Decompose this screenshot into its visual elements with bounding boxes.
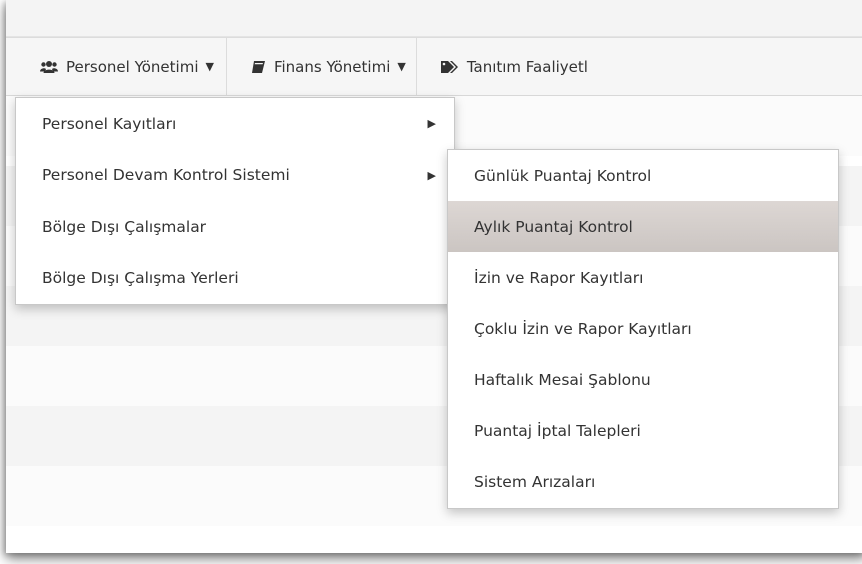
menu-item-label: Aylık Puantaj Kontrol: [474, 217, 633, 236]
caret-right-icon: ▶: [427, 168, 436, 182]
nav-tanitim-faaliyetleri[interactable]: Tanıtım Faaliyetl: [417, 38, 598, 95]
nav-label: Tanıtım Faaliyetl: [466, 57, 588, 76]
menu-item-bolge-disi-calismalar[interactable]: Bölge Dışı Çalışmalar: [16, 201, 454, 253]
submenu-item-haftalik-mesai-sablonu[interactable]: Haftalık Mesai Şablonu: [448, 354, 838, 405]
personel-dropdown-menu: Personel Kayıtları ▶ Personel Devam Kont…: [15, 97, 455, 305]
menu-item-label: Puantaj İptal Talepleri: [474, 421, 641, 440]
menu-item-personel-devam-kontrol-sistemi[interactable]: Personel Devam Kontrol Sistemi ▶: [16, 150, 454, 202]
menu-item-label: Bölge Dışı Çalışmalar: [42, 217, 207, 236]
menu-item-label: Personel Kayıtları: [42, 114, 177, 133]
menu-item-label: Personel Devam Kontrol Sistemi: [42, 166, 290, 185]
users-icon: [40, 60, 58, 74]
book-icon: [251, 60, 266, 74]
caret-down-icon: ▼: [205, 60, 214, 73]
submenu-item-sistem-arizalari[interactable]: Sistem Arızaları: [448, 456, 838, 507]
submenu-item-coklu-izin-ve-rapor-kayitlari[interactable]: Çoklu İzin ve Rapor Kayıtları: [448, 303, 838, 354]
personel-devam-submenu: Günlük Puantaj Kontrol Aylık Puantaj Kon…: [447, 149, 839, 509]
nav-personel-yonetimi[interactable]: Personel Yönetimi ▼: [6, 38, 227, 95]
main-navbar: Personel Yönetimi ▼ Finans Yönetimi ▼ Ta…: [6, 37, 862, 96]
tags-icon: [440, 60, 459, 74]
submenu-item-izin-ve-rapor-kayitlari[interactable]: İzin ve Rapor Kayıtları: [448, 252, 838, 303]
menu-item-label: İzin ve Rapor Kayıtları: [474, 268, 644, 287]
menu-item-label: Sistem Arızaları: [474, 472, 596, 491]
nav-label: Finans Yönetimi: [273, 57, 391, 76]
caret-down-icon: ▼: [397, 60, 406, 73]
submenu-item-puantaj-iptal-talepleri[interactable]: Puantaj İptal Talepleri: [448, 405, 838, 456]
menu-item-bolge-disi-calisma-yerleri[interactable]: Bölge Dışı Çalışma Yerleri: [16, 253, 454, 305]
submenu-item-aylik-puantaj-kontrol[interactable]: Aylık Puantaj Kontrol: [448, 201, 838, 252]
caret-right-icon: ▶: [427, 117, 436, 131]
submenu-item-gunluk-puantaj-kontrol[interactable]: Günlük Puantaj Kontrol: [448, 150, 838, 201]
top-band: [6, 0, 862, 37]
menu-item-label: Haftalık Mesai Şablonu: [474, 370, 651, 389]
nav-label: Personel Yönetimi: [66, 57, 199, 76]
menu-item-label: Günlük Puantaj Kontrol: [474, 166, 652, 185]
menu-item-personel-kayitlari[interactable]: Personel Kayıtları ▶: [16, 98, 454, 150]
nav-finans-yonetimi[interactable]: Finans Yönetimi ▼: [227, 38, 417, 95]
menu-item-label: Bölge Dışı Çalışma Yerleri: [42, 269, 239, 288]
menu-item-label: Çoklu İzin ve Rapor Kayıtları: [474, 319, 692, 338]
